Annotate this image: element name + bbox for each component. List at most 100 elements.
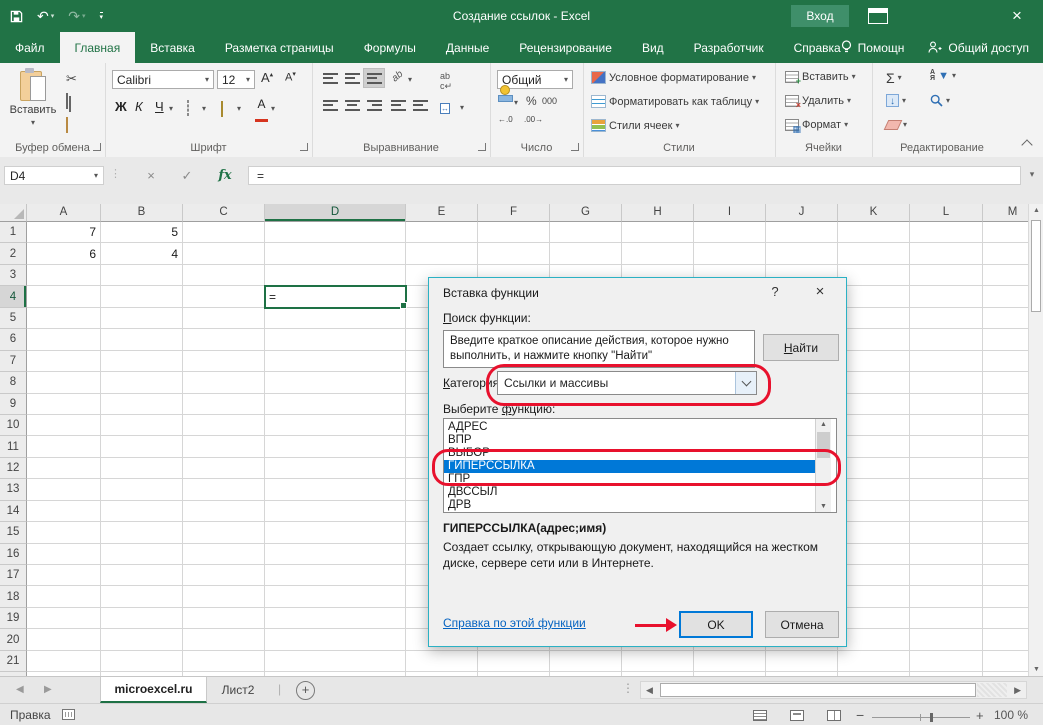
cell-A8[interactable] — [27, 372, 101, 393]
cell-K6[interactable] — [838, 329, 910, 350]
cell-F21[interactable] — [478, 651, 550, 672]
ribbon-tab-Рецензирование[interactable]: Рецензирование — [504, 32, 627, 63]
cell-B18[interactable] — [101, 586, 183, 607]
cell-L12[interactable] — [910, 458, 983, 479]
cell-G1[interactable] — [550, 222, 622, 243]
ribbon-tab-Формулы[interactable]: Формулы — [349, 32, 431, 63]
row-header-12[interactable]: 12 — [0, 458, 27, 479]
cell-C9[interactable] — [183, 394, 265, 415]
tab-share[interactable]: Общий доступ — [920, 41, 1037, 55]
vertical-scroll-thumb[interactable] — [1031, 220, 1041, 312]
increase-decimal-icon[interactable]: ←.0 — [498, 115, 513, 124]
cell-K20[interactable] — [838, 629, 910, 650]
ok-button[interactable]: OK — [679, 611, 753, 638]
function-item-ДВССЫЛ[interactable]: ДВССЫЛ — [444, 486, 820, 499]
cell-I1[interactable] — [694, 222, 766, 243]
cell-K1[interactable] — [838, 222, 910, 243]
row-header-19[interactable]: 19 — [0, 608, 27, 629]
cancel-entry-icon[interactable]: × — [140, 166, 162, 185]
cell-D15[interactable] — [265, 522, 406, 543]
cell-C2[interactable] — [183, 243, 265, 264]
row-header-4[interactable]: 4 — [0, 286, 27, 307]
cell-F2[interactable] — [478, 243, 550, 264]
cell-M7[interactable] — [983, 351, 1028, 372]
cell-D12[interactable] — [265, 458, 406, 479]
cell-A13[interactable] — [27, 479, 101, 500]
row-header-10[interactable]: 10 — [0, 415, 27, 436]
cell-D9[interactable] — [265, 394, 406, 415]
cell-C11[interactable] — [183, 436, 265, 457]
column-header-M[interactable]: M — [983, 204, 1028, 222]
cell-A18[interactable] — [27, 586, 101, 607]
row-header-3[interactable]: 3 — [0, 265, 27, 286]
cell-D2[interactable] — [265, 243, 406, 264]
cell-B5[interactable] — [101, 308, 183, 329]
cell-C3[interactable] — [183, 265, 265, 286]
cell-L3[interactable] — [910, 265, 983, 286]
cell-B14[interactable] — [101, 501, 183, 522]
cell-A7[interactable] — [27, 351, 101, 372]
cell-L16[interactable] — [910, 544, 983, 565]
cell-K8[interactable] — [838, 372, 910, 393]
font-dialog-launcher-icon[interactable] — [300, 143, 308, 151]
cell-C18[interactable] — [183, 586, 265, 607]
cell-A4[interactable] — [27, 286, 101, 307]
copy-icon[interactable] — [66, 94, 68, 108]
cell-K13[interactable] — [838, 479, 910, 500]
cell-M20[interactable] — [983, 629, 1028, 650]
cell-C17[interactable] — [183, 565, 265, 586]
cell-A5[interactable] — [27, 308, 101, 329]
cell-A3[interactable] — [27, 265, 101, 286]
category-dropdown[interactable]: Ссылки и массивы — [497, 371, 757, 395]
cell-M17[interactable] — [983, 565, 1028, 586]
cell-K2[interactable] — [838, 243, 910, 264]
column-header-H[interactable]: H — [622, 204, 694, 222]
row-header-20[interactable]: 20 — [0, 629, 27, 650]
font-color-icon[interactable]: А — [255, 97, 268, 125]
row-header-9[interactable]: 9 — [0, 394, 27, 415]
formula-input[interactable]: = — [248, 166, 1021, 185]
column-header-L[interactable]: L — [910, 204, 983, 222]
scroll-left-icon[interactable]: ◀ — [646, 685, 653, 696]
cell-A16[interactable] — [27, 544, 101, 565]
cell-M9[interactable] — [983, 394, 1028, 415]
cell-M13[interactable] — [983, 479, 1028, 500]
ribbon-tab-Разработчик[interactable]: Разработчик — [679, 32, 779, 63]
cell-C5[interactable] — [183, 308, 265, 329]
cell-M1[interactable] — [983, 222, 1028, 243]
clear-button[interactable]: ▾ — [886, 120, 907, 130]
cell-K15[interactable] — [838, 522, 910, 543]
insert-function-icon[interactable]: fx — [214, 166, 236, 185]
column-header-J[interactable]: J — [766, 204, 838, 222]
zoom-out-icon[interactable]: − — [856, 707, 864, 723]
zoom-in-icon[interactable]: + — [976, 708, 984, 723]
macro-record-icon[interactable] — [62, 709, 75, 720]
font-size-combo[interactable]: 12▾ — [217, 70, 255, 89]
cell-M16[interactable] — [983, 544, 1028, 565]
conditional-formatting-button[interactable]: Условное форматирование▾ — [591, 71, 756, 84]
cell-B11[interactable] — [101, 436, 183, 457]
cell-C20[interactable] — [183, 629, 265, 650]
tab-assistant[interactable]: Помощн — [833, 40, 913, 55]
cell-A19[interactable] — [27, 608, 101, 629]
cell-L8[interactable] — [910, 372, 983, 393]
cell-L17[interactable] — [910, 565, 983, 586]
cell-B20[interactable] — [101, 629, 183, 650]
cell-C10[interactable] — [183, 415, 265, 436]
bold-button[interactable]: Ж — [115, 99, 127, 114]
cell-C6[interactable] — [183, 329, 265, 350]
cell-L4[interactable] — [910, 286, 983, 307]
borders-icon[interactable] — [187, 101, 189, 115]
cell-A20[interactable] — [27, 629, 101, 650]
cell-B3[interactable] — [101, 265, 183, 286]
align-center-icon[interactable] — [342, 96, 362, 114]
cell-B15[interactable] — [101, 522, 183, 543]
cell-F1[interactable] — [478, 222, 550, 243]
vertical-scrollbar[interactable]: ▲ ▼ — [1028, 204, 1043, 676]
delete-cells-button[interactable]: ×Удалить▾ — [785, 95, 851, 107]
tab-scroll-splitter[interactable]: ⋮ — [622, 681, 632, 695]
cell-L14[interactable] — [910, 501, 983, 522]
cell-L11[interactable] — [910, 436, 983, 457]
cell-E21[interactable] — [406, 651, 478, 672]
cell-K16[interactable] — [838, 544, 910, 565]
